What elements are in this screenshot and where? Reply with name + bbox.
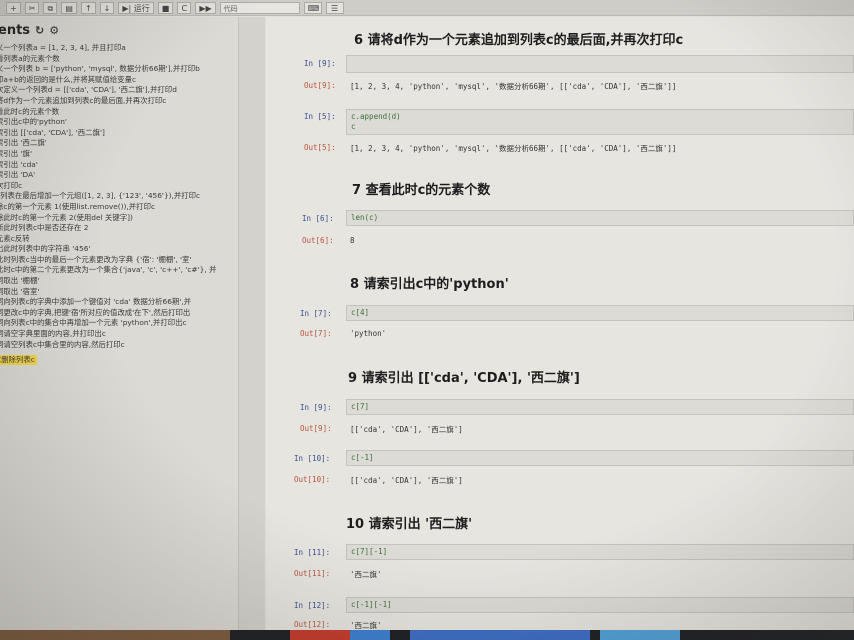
toc-item-active[interactable]: C删除列表c [0, 354, 37, 366]
out-prompt: Out[12]: [294, 620, 331, 629]
toc-panel: ents ↻ ⚙ 义一个列表a = [1, 2, 3, 4], 并且打印a 看列… [0, 17, 239, 640]
toc-item[interactable]: 词更改c中的字典,把键'宿'所对应的值改成'在下',然后打印出 [0, 308, 238, 319]
interrupt-button[interactable]: ■ [157, 1, 174, 14]
code-cell-input[interactable]: c[-1][-1] [346, 597, 854, 613]
toc-item[interactable]: 索引出 [['cda', 'CDA'], '西二旗'] [0, 128, 238, 139]
keyboard-icon[interactable]: ⌨ [303, 1, 322, 14]
toc-item[interactable]: 印a+b的返回的是什么,并将其赋值给变量c [0, 75, 238, 86]
jupyter-screen: + ✂ ⧉ ▤ ↑ ↓ ▶| 运行 ■ C ▶▶ 代码 ⌨ ☰ ents ↻ ⚙… [0, 0, 854, 640]
toc-item[interactable]: 此时c中的第二个元素更改为一个集合{'java', 'c', 'c++', 'c… [0, 265, 238, 276]
toc-item[interactable]: 元素c反转 [0, 234, 238, 245]
cell-output: 'python' [350, 329, 387, 338]
toc-item[interactable]: 除c的第一个元素 1(使用list.remove()),并打印c [0, 202, 238, 213]
in-prompt: In [7]: [300, 309, 332, 318]
paste-cell-button[interactable]: ▤ [61, 1, 77, 14]
toc-title: ents [0, 23, 31, 38]
toc-item[interactable]: c列表在最后增加一个元组([1, 2, 3], {'123', '456'}),… [0, 191, 238, 202]
taskbar-app-icon[interactable] [600, 630, 680, 640]
heading-6: 6 请将d作为一个元素追加到列表c的最后面,并再次打印c [354, 33, 684, 48]
toc-item[interactable]: 出此时列表中的字符串 '456' [0, 244, 238, 255]
out-prompt: Out[7]: [300, 329, 332, 338]
out-prompt: Out[9]: [304, 81, 336, 90]
in-prompt: In [9]: [300, 403, 332, 412]
out-prompt: Out[11]: [294, 569, 331, 578]
toc-item[interactable]: 将d作为一个元素追加到列表c的最后面,并再次打印c [0, 96, 238, 107]
move-down-button[interactable]: ↓ [99, 1, 115, 14]
taskbar-app-icon[interactable] [350, 630, 390, 640]
out-prompt: Out[6]: [302, 236, 334, 245]
toc-item[interactable]: 词取出 '宿室' [0, 287, 238, 298]
toc-item[interactable]: 词向列表c的字典中添加一个键值对 'cda' 数据分析66期',并 [0, 297, 238, 308]
panel-divider[interactable] [239, 17, 265, 640]
toc-item[interactable]: 次打印c [0, 181, 238, 192]
code-cell-input[interactable]: c.append(d) c [346, 109, 854, 135]
cut-cell-button[interactable]: ✂ [24, 1, 40, 14]
toc-item[interactable]: 索引出c中的'python' [0, 117, 238, 128]
toc-item[interactable]: 断此时列表c中是否还存在 2 [0, 223, 238, 234]
in-prompt: In [6]: [302, 214, 334, 223]
in-prompt: In [9]: [304, 59, 336, 68]
cell-output: [['cda', 'CDA'], '西二旗'] [350, 425, 463, 434]
toc-item[interactable]: 词请空列表c中集合里的内容,然后打印c [0, 340, 238, 351]
toc-item[interactable]: 索引出 'cda' [0, 160, 238, 171]
move-up-button[interactable]: ↑ [80, 1, 96, 14]
notebook-toolbar: + ✂ ⧉ ▤ ↑ ↓ ▶| 运行 ■ C ▶▶ 代码 ⌨ ☰ [0, 0, 854, 16]
out-prompt: Out[9]: [300, 424, 332, 433]
toc-header: ents ↻ ⚙ [0, 23, 59, 38]
toc-list: 义一个列表a = [1, 2, 3, 4], 并且打印a 看列表a的元素个数 义… [0, 43, 238, 369]
run-button[interactable]: ▶| 运行 [118, 1, 154, 14]
gear-icon[interactable]: ⚙ [49, 24, 59, 37]
code-cell-input[interactable]: c[7][-1] [346, 544, 854, 560]
out-prompt: Out[10]: [294, 475, 331, 484]
in-prompt: In [5]: [304, 112, 336, 121]
taskbar-app-icon[interactable] [290, 630, 350, 640]
toc-item[interactable]: 义一个列表a = [1, 2, 3, 4], 并且打印a [0, 43, 238, 54]
code-cell-input[interactable]: c[4] [346, 305, 854, 321]
code-cell-input[interactable]: c[7] [346, 399, 854, 415]
code-cell-input[interactable]: c[-1] [346, 450, 854, 466]
heading-10: 10 请索引出 '西二旗' [346, 517, 473, 532]
toc-item[interactable]: 义一个列表 b = ['python', 'mysql', 数据分析66期'],… [0, 64, 238, 75]
in-prompt: In [11]: [294, 548, 331, 557]
list-icon[interactable]: ☰ [325, 1, 344, 14]
heading-8: 8 请索引出c中的'python' [350, 277, 509, 292]
copy-cell-button[interactable]: ⧉ [43, 1, 58, 14]
toc-item[interactable]: 索引出 '旗' [0, 149, 238, 160]
taskbar-app-icon[interactable] [410, 630, 590, 640]
cell-output: [1, 2, 3, 4, 'python', 'mysql', '数据分析66期… [350, 144, 677, 153]
notebook-area: 6 请将d作为一个元素追加到列表c的最后面,并再次打印c In [9]: Out… [266, 17, 854, 640]
heading-7: 7 查看此时c的元素个数 [352, 183, 491, 198]
toc-item[interactable]: 此时列表c当中的最后一个元素更改为字典 {'宿': '棚棚', '室' [0, 255, 238, 266]
heading-9: 9 请索引出 [['cda', 'CDA'], '西二旗'] [348, 371, 580, 386]
cell-type-select[interactable]: 代码 [219, 1, 300, 14]
out-prompt: Out[5]: [304, 143, 336, 152]
toc-item[interactable]: 词向列表c中的集合中再增加一个元素 'python',并打印出c [0, 318, 238, 329]
cell-output: [['cda', 'CDA'], '西二旗'] [350, 476, 463, 485]
toc-item[interactable]: 次定义一个列表d = [['cda', 'CDA'], '西二旗'],并打印d [0, 85, 238, 96]
in-prompt: In [10]: [294, 454, 331, 463]
cell-output: 8 [350, 236, 355, 245]
code-cell-input[interactable] [346, 55, 854, 73]
code-cell-input[interactable]: len(c) [346, 210, 854, 226]
cell-output: [1, 2, 3, 4, 'python', 'mysql', '数据分析66期… [350, 82, 677, 91]
toc-item[interactable]: 词请空字典里面的内容,并打印出c [0, 329, 238, 340]
cell-output: '西二旗' [350, 570, 382, 579]
toc-item[interactable]: 看列表a的元素个数 [0, 54, 238, 65]
toc-item[interactable]: 索引出 'DA' [0, 170, 238, 181]
restart-run-all-button[interactable]: ▶▶ [195, 1, 216, 14]
in-prompt: In [12]: [294, 601, 331, 610]
toc-item[interactable]: 词取出 '棚棚' [0, 276, 238, 287]
refresh-icon[interactable]: ↻ [35, 24, 44, 37]
taskbar-segment [0, 630, 230, 640]
restart-button[interactable]: C [177, 1, 192, 14]
toc-item[interactable]: 除此时c的第一个元素 2(使用del 关键字]) [0, 213, 238, 224]
insert-cell-button[interactable]: + [6, 1, 21, 14]
toc-item[interactable]: 看此时c的元素个数 [0, 107, 238, 118]
toc-item[interactable]: 索引出 '西二旗' [0, 138, 238, 149]
